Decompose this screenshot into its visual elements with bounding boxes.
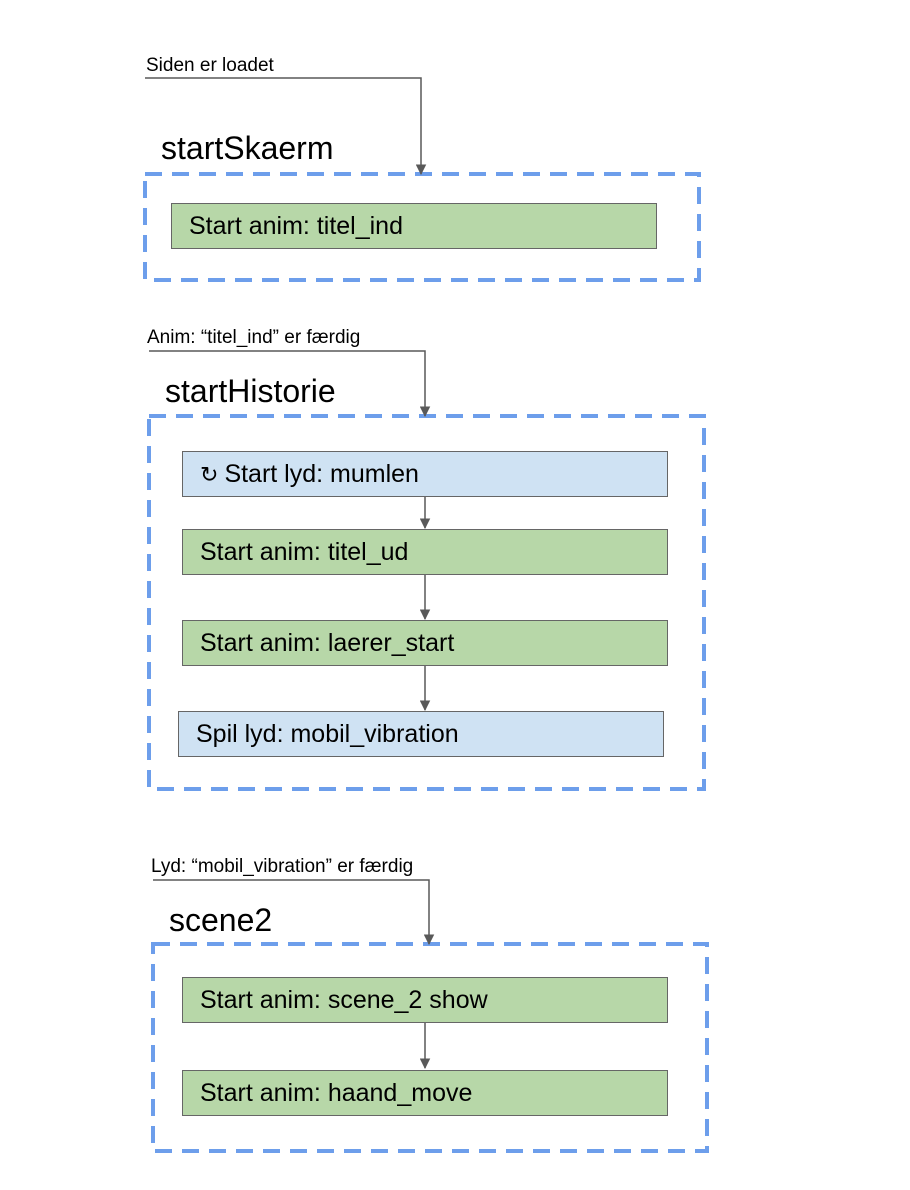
action-step: Start anim: haand_move: [182, 1070, 668, 1116]
group-title: startHistorie: [165, 373, 336, 409]
action-step: Start anim: titel_ud: [182, 529, 668, 575]
step-label: Start lyd: mumlen: [224, 460, 419, 488]
action-step: Start anim: scene_2 show: [182, 977, 668, 1023]
action-step: Start anim: titel_ind: [171, 203, 657, 249]
action-step: ↻ Start lyd: mumlen: [182, 451, 668, 497]
group-title: scene2: [169, 902, 273, 938]
trigger-label: Anim: “titel_ind” er færdig: [147, 327, 361, 348]
action-step: Start anim: laerer_start: [182, 620, 668, 666]
group-scene2-border: [151, 942, 709, 1153]
trigger-label: Lyd: “mobil_vibration” er færdig: [151, 856, 414, 877]
loop-icon: ↻: [200, 462, 219, 487]
group-title: startSkaerm: [161, 130, 334, 166]
trigger-label: Siden er loadet: [146, 55, 274, 76]
action-step: Spil lyd: mobil_vibration: [178, 711, 664, 757]
